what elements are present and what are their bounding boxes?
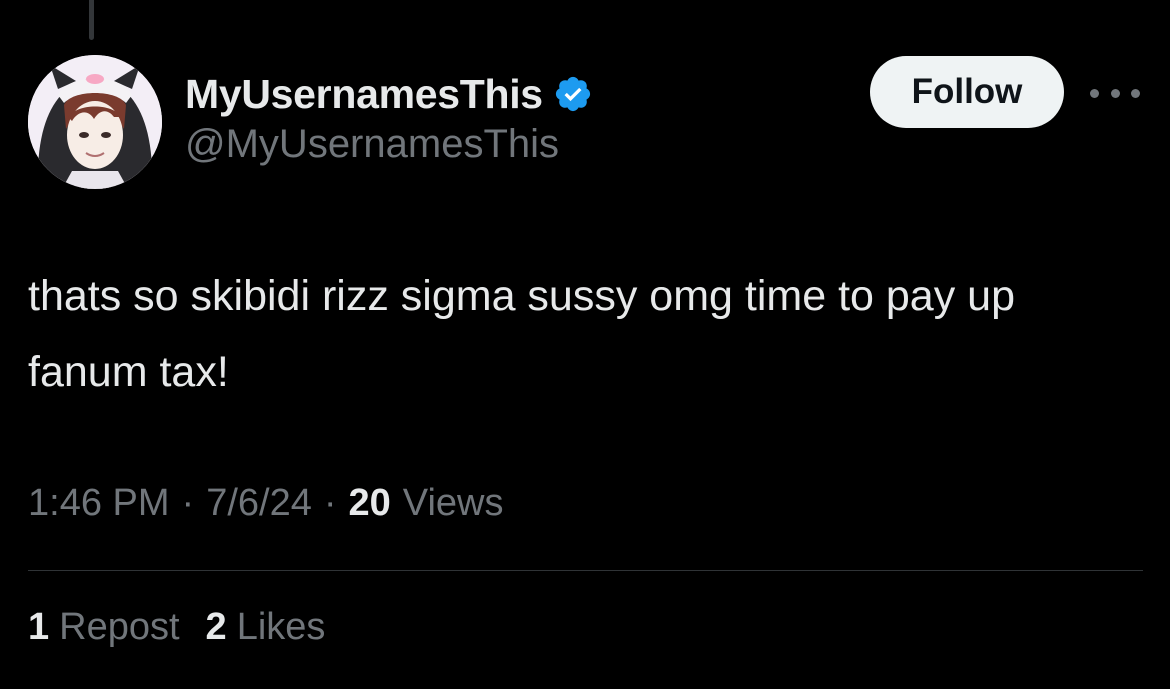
- author-info: MyUsernamesThis @MyUsernamesThis: [185, 66, 593, 167]
- tweet-meta: 1:46 PM · 7/6/24 · 20 Views: [28, 482, 503, 525]
- more-dot: [1131, 88, 1140, 98]
- more-dot: [1090, 88, 1099, 98]
- display-name-row: MyUsernamesThis: [185, 66, 593, 122]
- meta-separator: ·: [323, 482, 337, 524]
- avatar[interactable]: [28, 55, 162, 189]
- views-count: 20: [348, 482, 391, 524]
- likes-stat[interactable]: 2 Likes: [206, 606, 326, 649]
- reposts-stat[interactable]: 1 Repost: [28, 606, 180, 649]
- more-horizontal-icon[interactable]: [1090, 80, 1140, 106]
- views-label: Views: [402, 482, 504, 524]
- tweet-time[interactable]: 1:46 PM: [28, 482, 170, 525]
- likes-count: 2: [205, 606, 227, 648]
- tweet-text: thats so skibidi rizz sigma sussy omg ti…: [28, 272, 1015, 396]
- tweet-date[interactable]: 7/6/24: [206, 482, 312, 525]
- display-name[interactable]: MyUsernamesThis: [185, 71, 543, 118]
- follow-button[interactable]: Follow: [870, 56, 1064, 128]
- avatar-image: [28, 55, 162, 189]
- thread-connector-line: [89, 0, 94, 40]
- likes-label: Likes: [236, 606, 326, 648]
- reposts-label: Repost: [59, 606, 180, 648]
- author-handle[interactable]: @MyUsernamesThis: [185, 122, 593, 167]
- reposts-count: 1: [28, 606, 50, 648]
- more-dot: [1110, 88, 1120, 98]
- engagement-stats: 1 Repost 2 Likes: [28, 606, 351, 649]
- divider: [28, 570, 1143, 571]
- meta-separator: ·: [181, 482, 195, 524]
- verified-badge-icon[interactable]: [553, 74, 593, 114]
